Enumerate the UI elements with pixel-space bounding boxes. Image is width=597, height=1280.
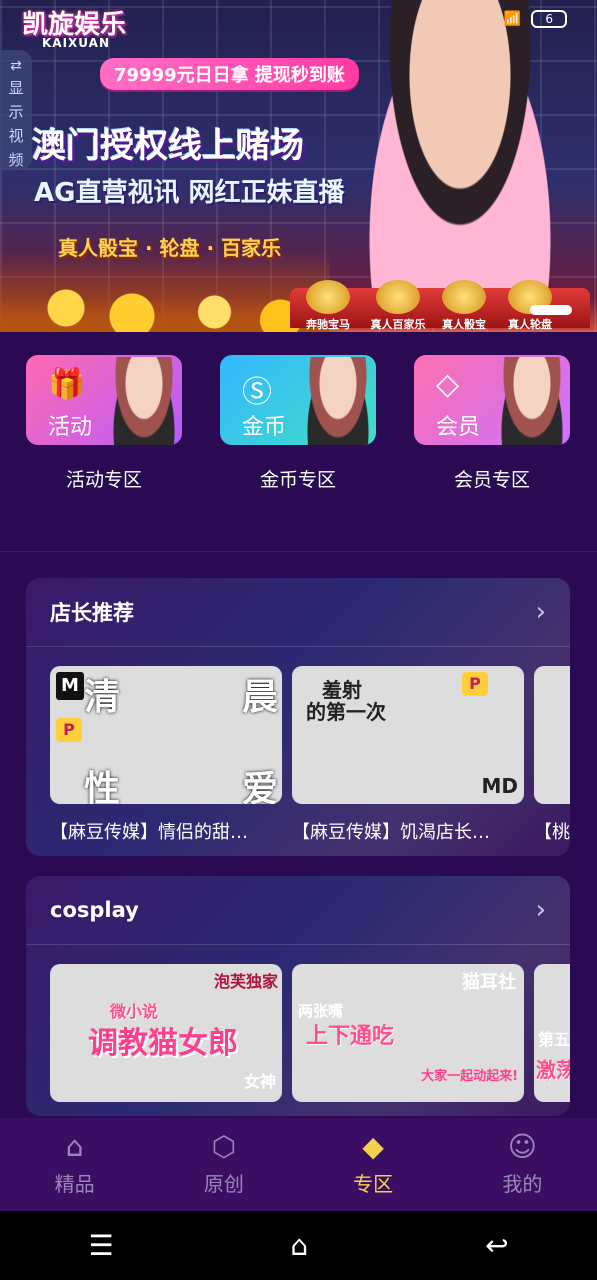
coin-icon: Ⓢ — [242, 375, 272, 410]
status-bar: 📶 6 — [504, 10, 567, 28]
video-caption: 【桃 — [534, 822, 570, 843]
brand-logo-icon: P — [462, 672, 488, 696]
video-caption: 【麻豆传媒】饥渴店长… — [292, 822, 490, 843]
brand-subtitle: KAIXUAN — [42, 36, 111, 50]
game-badge: 真人骰宝 — [434, 280, 494, 332]
user-icon: ☺ — [507, 1130, 537, 1163]
video-thumbnail[interactable]: 第五 激荡 — [534, 964, 570, 1102]
category-title: 金币专区 — [259, 469, 336, 491]
menu-icon[interactable]: ☰ — [88, 1229, 113, 1262]
promo-banner[interactable]: 凯旋娱乐 KAIXUAN 📶 6 ⇄ 显 示 视 频 79999元日日拿 提现秒… — [0, 0, 597, 332]
gift-icon: 🎁 — [48, 367, 86, 402]
video-carousel[interactable]: 泡芙独家 调教猫女郎 微小说 女神 猫耳社 两张嘴 上下通吃 大家一起动起来! … — [50, 964, 570, 1116]
tab-original[interactable]: ⬡ 原创 — [149, 1118, 298, 1211]
section-header[interactable]: 店长推荐 › — [26, 578, 570, 647]
chevron-right-icon[interactable]: › — [536, 895, 546, 925]
tab-profile[interactable]: ☺ 我的 — [448, 1118, 597, 1211]
video-card[interactable]: 【桃 — [534, 666, 570, 844]
category-card[interactable]: Ⓢ 金币 — [220, 355, 376, 445]
category-card[interactable]: 🎁 活动 — [26, 355, 182, 445]
game-badge: 奔驰宝马 — [298, 280, 358, 332]
tab-zone[interactable]: ◆ 专区 — [299, 1118, 448, 1211]
home-icon: ⌂ — [65, 1130, 84, 1163]
section-title: cosplay — [50, 898, 139, 922]
madou-logo-icon: M — [56, 672, 84, 700]
home-nav-icon[interactable]: ⌂ — [290, 1229, 308, 1262]
banner-headline: 澳门授权线上赌场 — [32, 126, 304, 166]
category-activity[interactable]: 🎁 活动 活动专区 — [26, 355, 182, 492]
section-title: 店长推荐 — [50, 601, 134, 625]
banner-model-image — [360, 0, 560, 300]
category-grid: 🎁 活动 活动专区 Ⓢ 金币 金币专区 ◇ 会员 会员专区 — [0, 355, 597, 535]
video-thumbnail[interactable]: 猫耳社 两张嘴 上下通吃 大家一起动起来! — [292, 964, 524, 1102]
show-video-toggle[interactable]: ⇄ 显 示 视 频 — [0, 50, 32, 170]
video-card[interactable]: 泡芙独家 调教猫女郎 微小说 女神 — [50, 964, 282, 1116]
video-card[interactable]: 羞射 的第一次 P MD 【麻豆传媒】饥渴店长… — [292, 666, 524, 844]
category-vip[interactable]: ◇ 会员 会员专区 — [414, 355, 570, 492]
swap-icon: ⇄ — [10, 58, 22, 74]
bottom-tab-bar: ⌂ 精品 ⬡ 原创 ◆ 专区 ☺ 我的 — [0, 1118, 597, 1211]
category-coins[interactable]: Ⓢ 金币 金币专区 — [220, 355, 376, 492]
diamond-icon: ◇ — [436, 367, 460, 402]
promo-ribbon: 79999元日日拿 提现秒到账 — [100, 58, 359, 90]
section-cosplay: cosplay › 泡芙独家 调教猫女郎 微小说 女神 猫耳社 两张嘴 上下通吃… — [26, 876, 570, 1116]
category-card[interactable]: ◇ 会员 — [414, 355, 570, 445]
gold-coins-decoration — [0, 252, 330, 332]
tab-featured[interactable]: ⌂ 精品 — [0, 1118, 149, 1211]
video-card[interactable]: M P 清 晨 性 爱 【麻豆传媒】情侣的甜… — [50, 666, 282, 844]
video-card[interactable]: 猫耳社 两张嘴 上下通吃 大家一起动起来! — [292, 964, 524, 1116]
game-badge: 真人百家乐 — [368, 280, 428, 332]
carousel-indicator — [530, 305, 572, 315]
video-carousel[interactable]: M P 清 晨 性 爱 【麻豆传媒】情侣的甜… 羞射 的第一次 P MD 【麻豆… — [50, 666, 570, 856]
back-icon[interactable]: ↩ — [485, 1229, 508, 1262]
category-title: 会员专区 — [453, 469, 530, 491]
video-thumbnail[interactable] — [534, 666, 570, 804]
category-model-image — [500, 357, 564, 445]
brand-logo-icon: P — [56, 718, 82, 742]
banner-games-line: 真人骰宝 · 轮盘 · 百家乐 — [58, 236, 282, 260]
category-model-image — [306, 357, 370, 445]
section-header[interactable]: cosplay › — [26, 876, 570, 945]
cube-icon: ⬡ — [211, 1130, 237, 1163]
wifi-icon: 📶 — [503, 11, 522, 27]
section-store-picks: 店长推荐 › M P 清 晨 性 爱 【麻豆传媒】情侣的甜… 羞射 的第一次 P… — [26, 578, 570, 856]
divider — [0, 551, 597, 552]
battery-indicator: 6 — [531, 10, 567, 28]
video-thumbnail[interactable]: 泡芙独家 调教猫女郎 微小说 女神 — [50, 964, 282, 1102]
video-caption: 【麻豆传媒】情侣的甜… — [50, 822, 248, 843]
chevron-right-icon[interactable]: › — [536, 597, 546, 627]
diamond-icon: ◆ — [362, 1130, 384, 1163]
video-thumbnail[interactable]: M P 清 晨 性 爱 — [50, 666, 282, 804]
banner-subheadline: AG直营视讯 网红正妹直播 — [34, 178, 345, 208]
category-title: 活动专区 — [65, 469, 142, 491]
system-nav-bar: ☰ ⌂ ↩ — [0, 1211, 597, 1280]
video-card[interactable]: 第五 激荡 — [534, 964, 570, 1116]
category-model-image — [112, 357, 176, 445]
video-thumbnail[interactable]: 羞射 的第一次 P MD — [292, 666, 524, 804]
